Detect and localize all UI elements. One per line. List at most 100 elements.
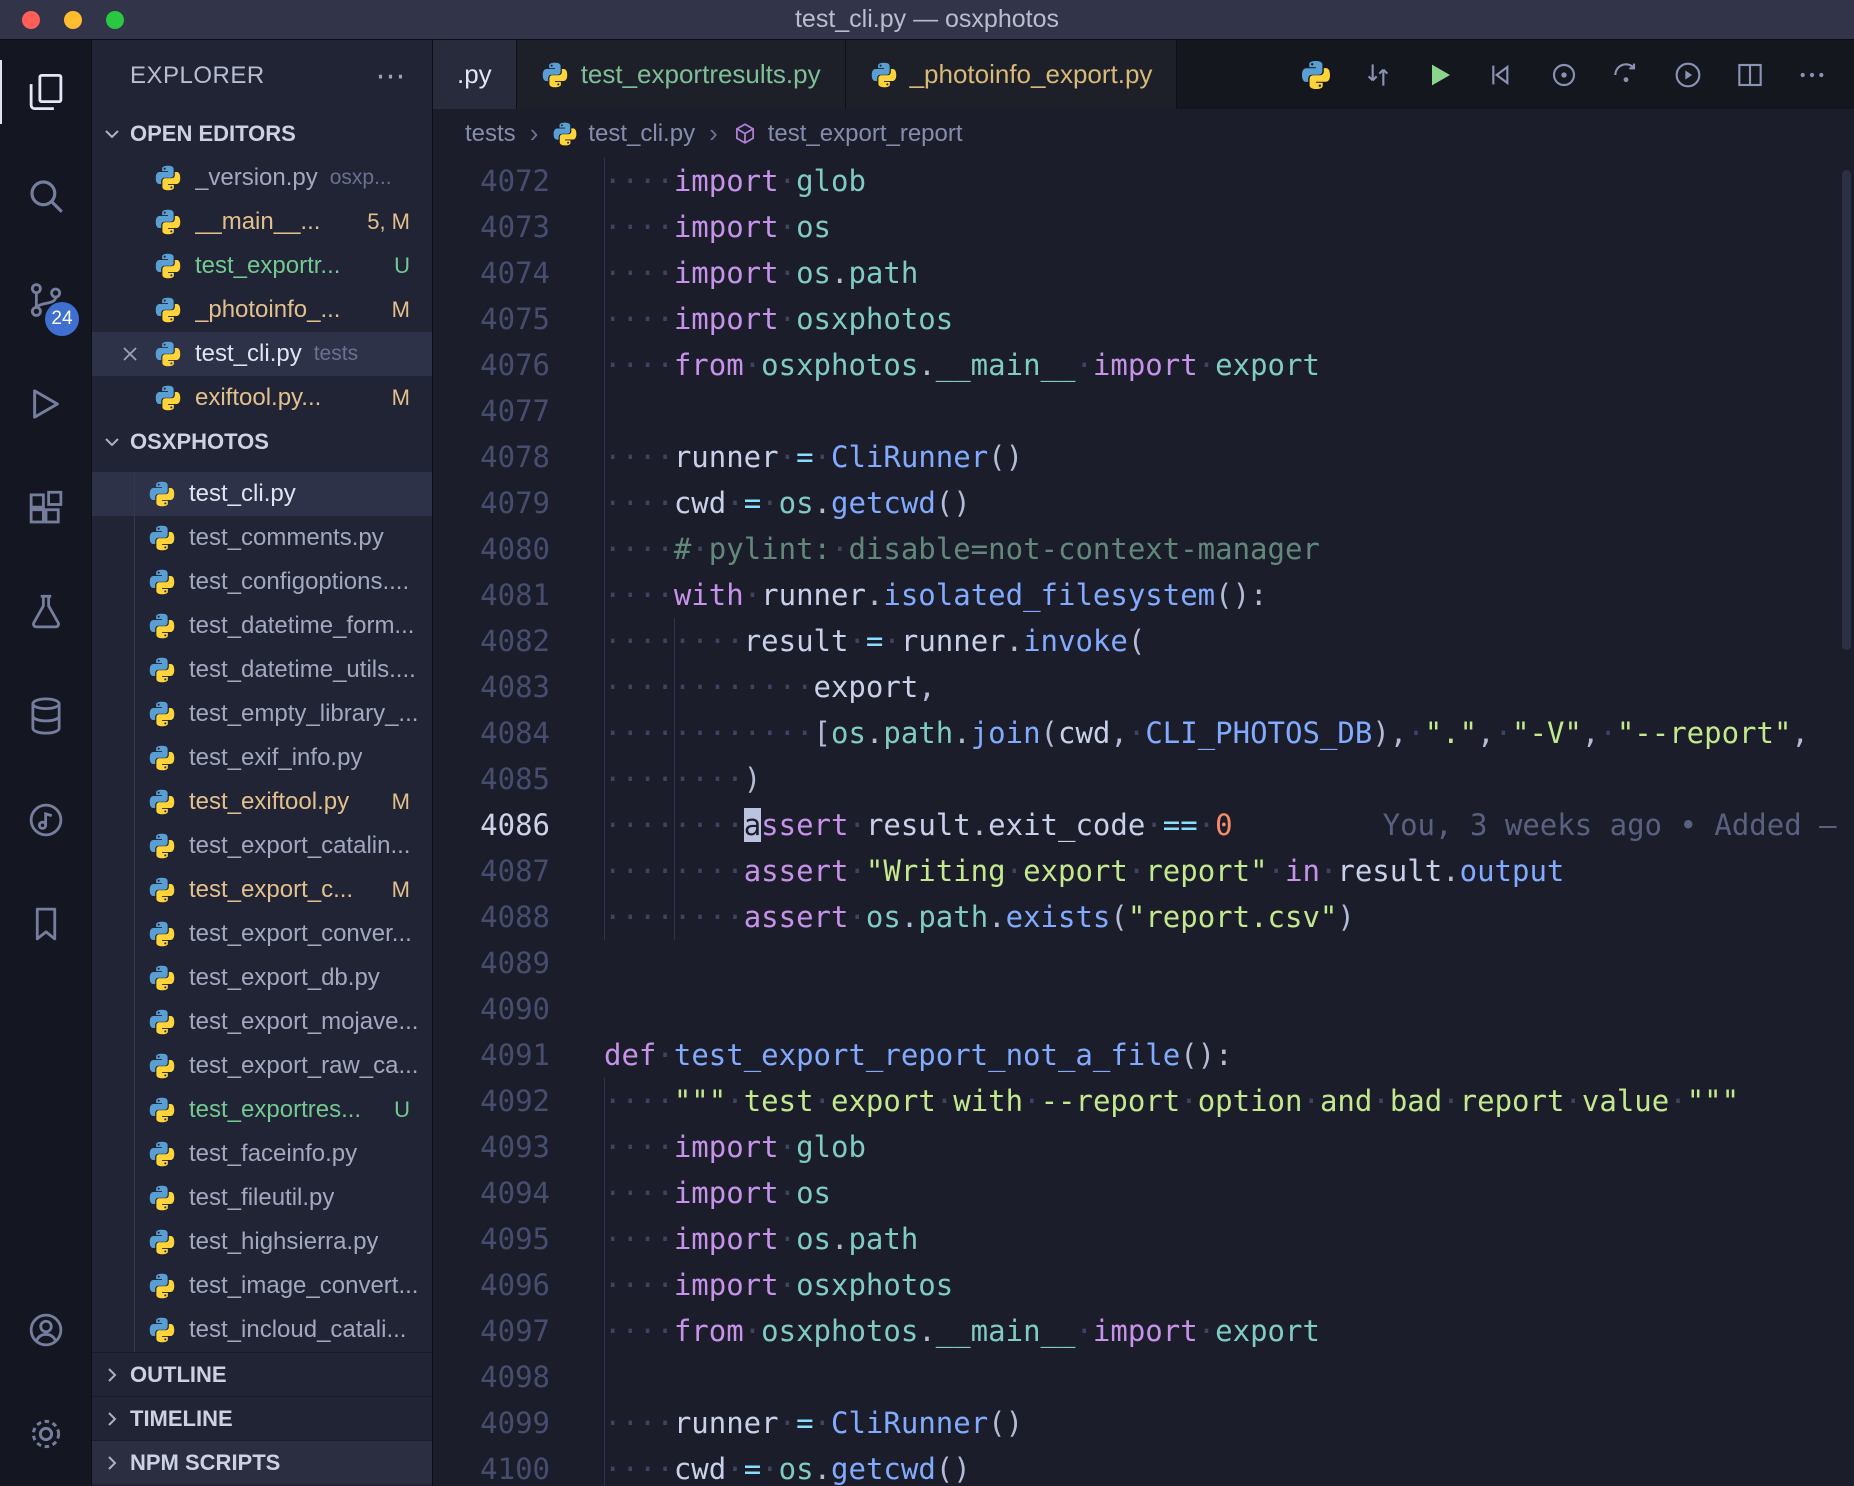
section-open-editors[interactable]: OPEN EDITORS [92, 112, 432, 156]
breadcrumb-item[interactable]: tests [465, 120, 516, 148]
file-tree-item[interactable]: test_export_c...M [92, 868, 432, 912]
file-tree-item[interactable]: test_image_convert... [92, 1264, 432, 1308]
activity-item-extensions[interactable] [0, 456, 91, 560]
section-npm-scripts[interactable]: NPM SCRIPTS [92, 1440, 432, 1484]
file-tree-item[interactable]: test_configoptions.... [92, 560, 432, 604]
file-tree-item[interactable]: test_faceinfo.py [92, 1132, 432, 1176]
section-outline[interactable]: OUTLINE [92, 1352, 432, 1396]
file-tree-item[interactable]: test_export_catalin... [92, 824, 432, 868]
activity-item-disc[interactable] [0, 768, 91, 872]
file-tree-item[interactable]: test_export_db.py [92, 956, 432, 1000]
file-tree-item[interactable]: test_cli.py [92, 472, 432, 516]
file-tree-item[interactable]: test_exportres...U [92, 1088, 432, 1132]
breadcrumb-item[interactable]: test_cli.py [552, 120, 695, 148]
zoom-button[interactable] [106, 11, 124, 29]
activity-item-settings[interactable] [0, 1382, 91, 1486]
open-editor-item[interactable]: exiftool.py...M [92, 376, 432, 420]
step-over-icon[interactable] [1610, 59, 1642, 91]
activity-item-account[interactable] [0, 1278, 91, 1382]
open-editor-item[interactable]: _version.pyosxp... [92, 156, 432, 200]
git-status-badge: M [392, 297, 432, 323]
code-line-4098[interactable]: 4098 [433, 1354, 1854, 1400]
code-line-4080[interactable]: 4080····#·pylint:·disable=not-context-ma… [433, 526, 1854, 572]
code-line-4096[interactable]: 4096····import·osxphotos [433, 1262, 1854, 1308]
activity-item-search[interactable] [0, 144, 91, 248]
file-tree-item[interactable]: test_empty_library_... [92, 692, 432, 736]
line-number: 4074 [433, 250, 550, 296]
run-button[interactable] [1424, 59, 1456, 91]
code-line-4097[interactable]: 4097····from·osxphotos.__main__·import·e… [433, 1308, 1854, 1354]
editor-scrollbar[interactable] [1842, 170, 1851, 650]
record-icon[interactable] [1548, 59, 1580, 91]
code-line-4074[interactable]: 4074····import·os.path [433, 250, 1854, 296]
code-line-4075[interactable]: 4075····import·osxphotos [433, 296, 1854, 342]
activity-item-explorer[interactable] [0, 40, 91, 144]
section-timeline[interactable]: TIMELINE [92, 1396, 432, 1440]
file-tree-item[interactable]: test_export_conver... [92, 912, 432, 956]
activity-item-source-control[interactable]: 24 [0, 248, 91, 352]
code-line-4090[interactable]: 4090 [433, 986, 1854, 1032]
file-tree-item[interactable]: test_fileutil.py [92, 1176, 432, 1220]
code-line-4087[interactable]: 4087········assert·"Writing·export·repor… [433, 848, 1854, 894]
file-tree-item[interactable]: test_datetime_form... [92, 604, 432, 648]
code-line-4091[interactable]: 4091def·test_export_report_not_a_file(): [433, 1032, 1854, 1078]
code-line-4099[interactable]: 4099····runner·=·CliRunner() [433, 1400, 1854, 1446]
breadcrumb-item[interactable]: test_export_report [732, 120, 963, 148]
code-line-4100[interactable]: 4100····cwd·=·os.getcwd() [433, 1446, 1854, 1486]
code-line-4084[interactable]: 4084············[os.path.join(cwd,·CLI_P… [433, 710, 1854, 756]
step-back-icon[interactable] [1486, 59, 1518, 91]
symbol-icon [732, 121, 758, 147]
file-tree-item[interactable]: test_export_raw_ca... [92, 1044, 432, 1088]
code-line-4094[interactable]: 4094····import·os [433, 1170, 1854, 1216]
file-tree-item[interactable]: test_incloud_catali... [92, 1308, 432, 1352]
minimize-button[interactable] [64, 11, 82, 29]
code-line-4089[interactable]: 4089 [433, 940, 1854, 986]
more-actions-icon[interactable] [1796, 59, 1828, 91]
code-line-4077[interactable]: 4077 [433, 388, 1854, 434]
open-editor-item[interactable]: __main__...5, M [92, 200, 432, 244]
section-folder[interactable]: OSXPHOTOS [92, 420, 432, 464]
code-line-4078[interactable]: 4078····runner·=·CliRunner() [433, 434, 1854, 480]
code-line-4082[interactable]: 4082········result·=·runner.invoke( [433, 618, 1854, 664]
compare-changes-icon[interactable] [1362, 59, 1394, 91]
activity-item-database[interactable] [0, 664, 91, 768]
open-editor-item[interactable]: _photoinfo_...M [92, 288, 432, 332]
code-line-4088[interactable]: 4088········assert·os.path.exists("repor… [433, 894, 1854, 940]
tab-_photoinfo_export.py[interactable]: _photoinfo_export.py [846, 40, 1178, 109]
file-tree-item[interactable]: test_comments.py [92, 516, 432, 560]
close-icon[interactable] [118, 342, 142, 366]
code-line-4095[interactable]: 4095····import·os.path [433, 1216, 1854, 1262]
tab-.py[interactable]: .py [433, 40, 517, 109]
close-button[interactable] [22, 11, 40, 29]
activity-item-testing[interactable] [0, 560, 91, 664]
code-line-4076[interactable]: 4076····from·osxphotos.__main__·import·e… [433, 342, 1854, 388]
python-icon [148, 524, 176, 552]
activity-item-run-debug[interactable] [0, 352, 91, 456]
open-editor-item[interactable]: test_cli.pytests [92, 332, 432, 376]
code-line-4092[interactable]: 4092····"""·test·export·with·--report·op… [433, 1078, 1854, 1124]
code-line-4079[interactable]: 4079····cwd·=·os.getcwd() [433, 480, 1854, 526]
code-line-4073[interactable]: 4073····import·os [433, 204, 1854, 250]
open-editor-item[interactable]: test_exportr...U [92, 244, 432, 288]
run-menu-icon[interactable] [1672, 59, 1704, 91]
code-line-4081[interactable]: 4081····with·runner.isolated_filesystem(… [433, 572, 1854, 618]
tab-test_exportresults.py[interactable]: test_exportresults.py [517, 40, 846, 109]
code-line-4086[interactable]: 4086········assert·result.exit_code·==·0… [433, 802, 1854, 848]
file-tree-item[interactable]: test_export_mojave... [92, 1000, 432, 1044]
python-icon [148, 568, 176, 596]
file-tree-item[interactable]: test_highsierra.py [92, 1220, 432, 1264]
activity-item-bookmarks[interactable] [0, 872, 91, 976]
code-line-4072[interactable]: 4072····import·glob [433, 158, 1854, 204]
run-debug-icon [25, 383, 67, 425]
code-line-4093[interactable]: 4093····import·glob [433, 1124, 1854, 1170]
split-editor-icon[interactable] [1734, 59, 1766, 91]
python-icon [148, 964, 176, 992]
file-tree-item[interactable]: test_datetime_utils.... [92, 648, 432, 692]
file-tree-item[interactable]: test_exif_info.py [92, 736, 432, 780]
file-tree-item[interactable]: test_exiftool.pyM [92, 780, 432, 824]
more-actions-icon[interactable]: ⋯ [376, 59, 407, 94]
code-line-4083[interactable]: 4083············export, [433, 664, 1854, 710]
code-editor[interactable]: 4072····import·glob4073····import·os4074… [433, 158, 1854, 1486]
python-icon[interactable] [1300, 59, 1332, 91]
code-line-4085[interactable]: 4085········) [433, 756, 1854, 802]
